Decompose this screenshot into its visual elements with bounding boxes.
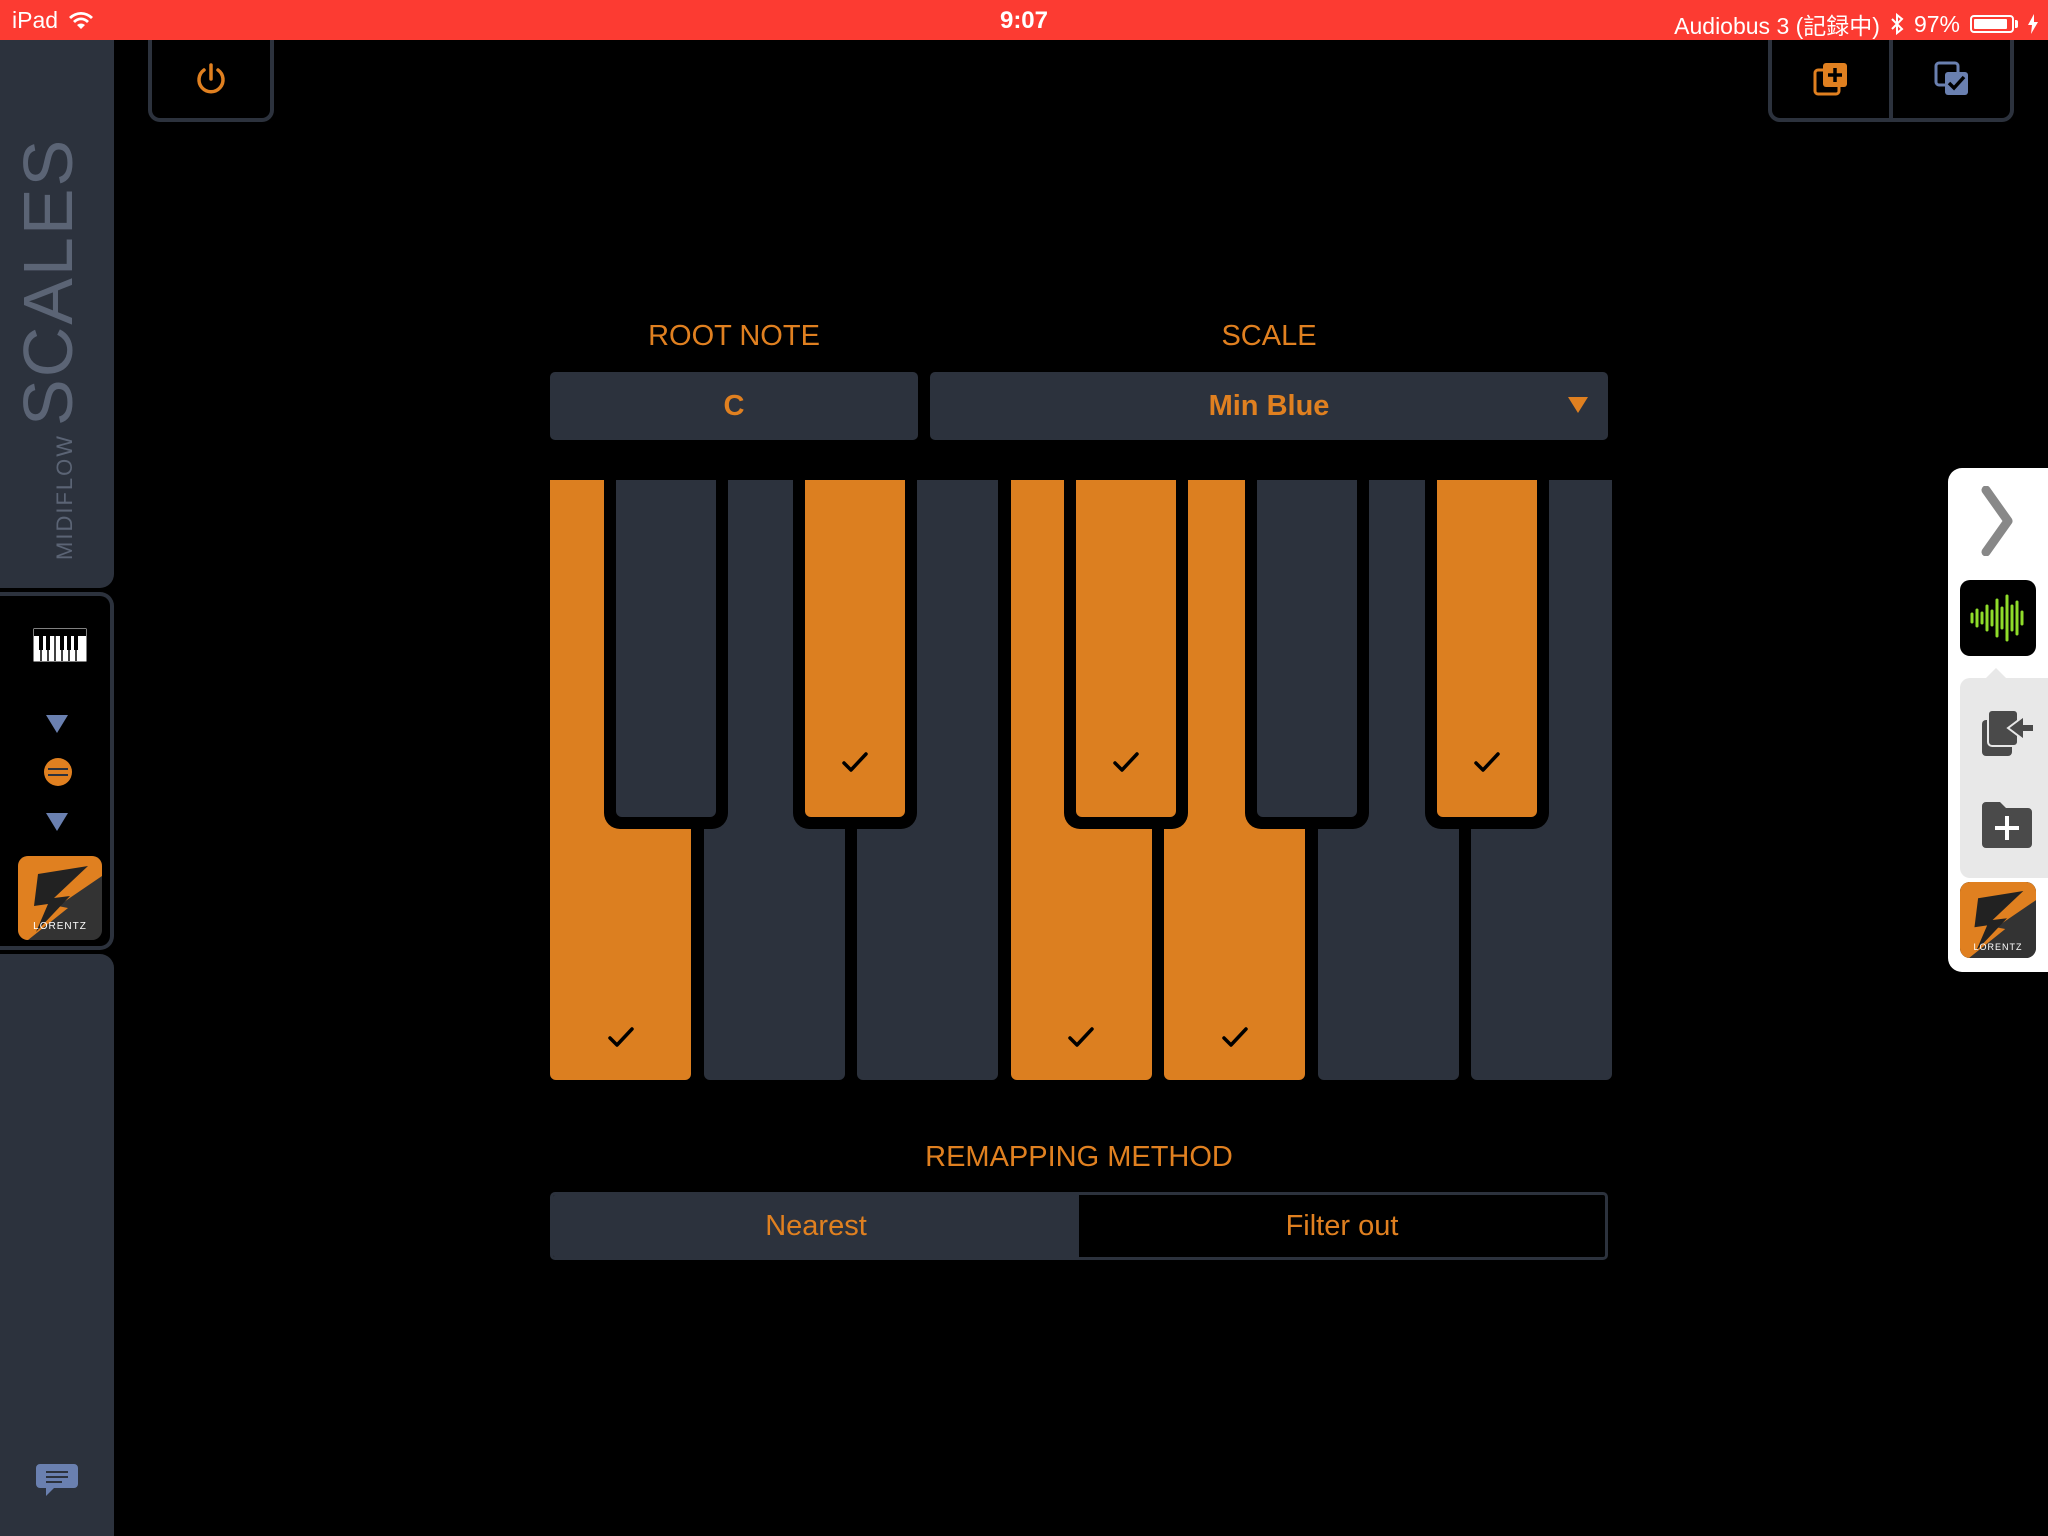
black-key-g-sharp[interactable] <box>1245 480 1369 829</box>
power-icon <box>197 63 225 94</box>
audiobus-side-panel: LORENTZ <box>1948 468 2048 972</box>
root-note-label: ROOT NOTE <box>648 320 820 352</box>
check-icon <box>1068 1027 1094 1047</box>
exit-to-app-icon[interactable] <box>1980 706 2036 760</box>
remapping-method-label: REMAPPING METHOD <box>925 1141 1233 1173</box>
battery-fill <box>1974 19 2007 29</box>
lorentz-app-icon[interactable]: LORENTZ <box>18 856 102 940</box>
lorentz-label: LORENTZ <box>1973 942 2023 952</box>
add-preset-button[interactable] <box>1772 40 1889 118</box>
battery-percent: 97% <box>1913 10 1960 37</box>
remapping-method-control: Nearest Filter out <box>550 1192 1608 1260</box>
add-folder-icon[interactable] <box>1980 798 2034 850</box>
app-brand: MIDIFLOW SCALES <box>8 138 88 560</box>
check-icon <box>1113 752 1139 772</box>
scale-label: SCALE <box>1221 320 1317 352</box>
keyboard-icon[interactable] <box>33 628 87 662</box>
lorentz-label: LORENTZ <box>33 921 87 932</box>
black-key-face <box>616 480 716 817</box>
black-key-face <box>1257 480 1357 817</box>
status-bar: iPad 9:07 Audiobus 3 (記録中) 97% <box>0 0 2048 40</box>
chain-arrow-down-icon <box>46 813 68 831</box>
root-note-value: C <box>723 389 745 422</box>
charging-icon <box>2028 14 2038 34</box>
chain-arrow-down-icon <box>46 715 68 733</box>
recording-app-label: Audiobus 3 (記録中) <box>1674 13 1880 39</box>
select-preset-button[interactable] <box>1889 40 2010 118</box>
brand-big: SCALES <box>9 137 87 426</box>
add-copy-icon <box>1813 63 1847 96</box>
power-button[interactable] <box>148 40 274 122</box>
battery-icon <box>1970 15 2014 33</box>
black-key-c-sharp[interactable] <box>604 480 728 829</box>
app-root: iPad 9:07 Audiobus 3 (記録中) 97% MIDIFLOW … <box>0 0 2048 1536</box>
black-key-d-sharp[interactable] <box>793 480 917 829</box>
check-icon <box>842 752 868 772</box>
check-icon <box>1221 1027 1248 1047</box>
multi-select-icon <box>1934 61 1968 95</box>
chat-bubble-icon[interactable] <box>36 1462 78 1498</box>
black-key-face <box>805 480 905 817</box>
bluetooth-icon <box>1891 13 1904 35</box>
black-key-f-sharp[interactable] <box>1064 480 1188 829</box>
remap-filter-out-option[interactable]: Filter out <box>1079 1195 1605 1257</box>
battery-nub <box>2015 20 2018 28</box>
root-note-selector[interactable]: C <box>550 372 918 440</box>
check-icon <box>607 1027 634 1047</box>
waveform-icon <box>1970 594 2024 642</box>
remap-nearest-option[interactable]: Nearest <box>553 1195 1079 1257</box>
black-key-face <box>1076 480 1176 817</box>
scale-value: Min Blue <box>1208 389 1330 422</box>
midiflow-scales-icon[interactable] <box>44 758 72 786</box>
brand-small: MIDIFLOW <box>52 434 77 560</box>
sidebar-bottom <box>0 954 114 1536</box>
preset-toolbar <box>1768 40 2014 122</box>
check-icon <box>1474 752 1500 772</box>
lorentz-app-icon[interactable]: LORENTZ <box>1960 882 2036 958</box>
audiobus-actions <box>1960 668 2048 878</box>
chevron-right-icon[interactable] <box>1980 486 2016 556</box>
black-key-a-sharp[interactable] <box>1425 480 1549 829</box>
scale-keyboard <box>550 480 1612 1080</box>
black-key-face <box>1437 480 1537 817</box>
audiobus-app-icon[interactable] <box>1960 580 2036 656</box>
dropdown-caret-icon <box>1568 397 1588 413</box>
scale-selector[interactable]: Min Blue <box>930 372 1608 440</box>
